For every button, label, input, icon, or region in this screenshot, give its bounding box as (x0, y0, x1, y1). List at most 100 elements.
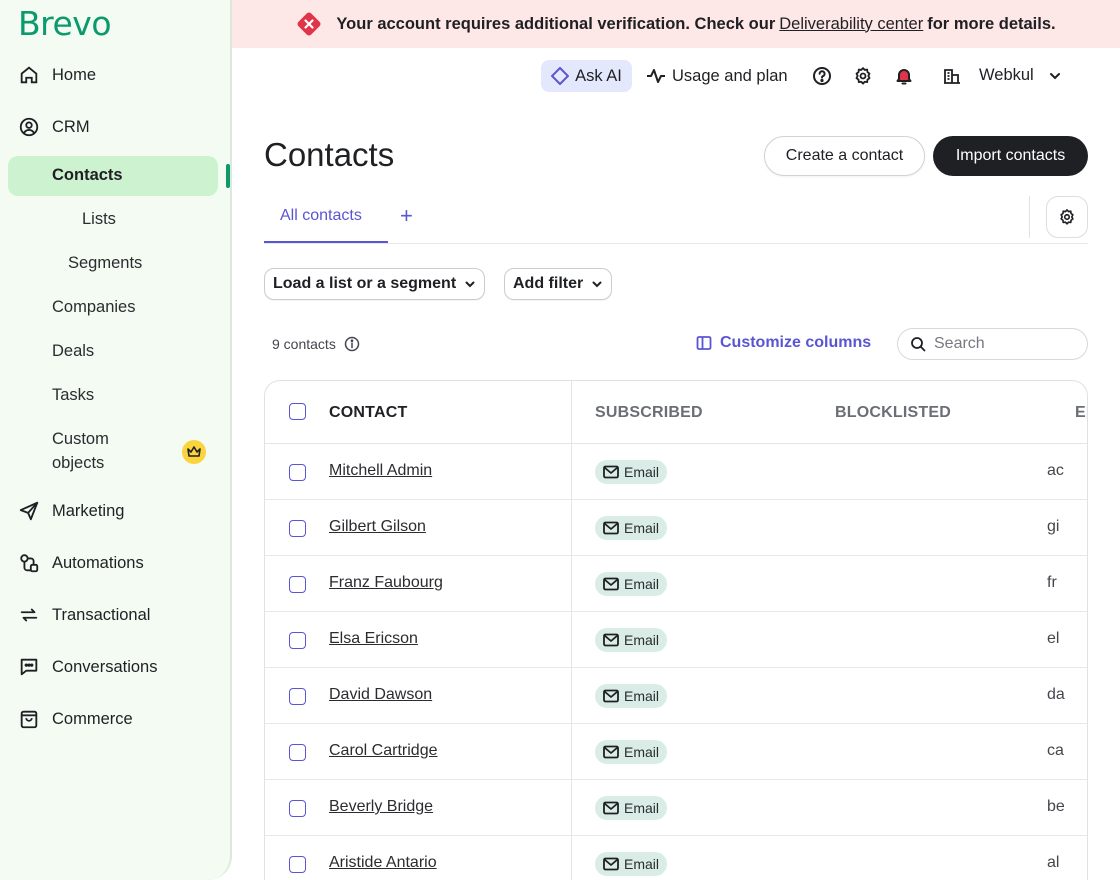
contacts-table: CONTACT SUBSCRIBED BLOCKLISTED EI Mitche… (264, 380, 1088, 880)
nav-home-label: Home (52, 65, 97, 84)
mail-icon (603, 745, 619, 759)
search-box[interactable] (897, 328, 1088, 360)
badge-label: Email (624, 856, 660, 872)
usage-plan-button[interactable]: Usage and plan (646, 66, 788, 86)
row-checkbox[interactable] (289, 800, 306, 817)
contact-name-link[interactable]: Aristide Antario (329, 854, 437, 872)
nav-transactional[interactable]: Transactional (18, 604, 150, 626)
nav-automations-label: Automations (52, 553, 144, 572)
select-all-checkbox[interactable] (289, 403, 306, 420)
deliverability-center-link[interactable]: Deliverability center (779, 15, 923, 34)
badge-label: Email (624, 576, 660, 592)
contact-name-link[interactable]: Mitchell Admin (329, 462, 432, 480)
table-row[interactable]: Carol Cartridge Email ca (265, 724, 1087, 780)
table-settings-button[interactable] (1046, 196, 1088, 238)
nav-crm[interactable]: CRM (18, 116, 90, 138)
building-icon (944, 68, 960, 84)
table-row[interactable]: Franz Faubourg Email fr (265, 556, 1087, 612)
nav-companies[interactable]: Companies (52, 298, 135, 317)
page-title: Contacts (264, 136, 395, 173)
send-icon (19, 501, 39, 521)
contact-name-link[interactable]: David Dawson (329, 686, 432, 704)
row-checkbox[interactable] (289, 464, 306, 481)
contact-name-link[interactable]: Franz Faubourg (329, 574, 443, 592)
header-contact[interactable]: CONTACT (329, 404, 407, 422)
nav-marketing[interactable]: Marketing (18, 500, 124, 522)
nav-transactional-label: Transactional (52, 605, 151, 624)
mail-icon (603, 577, 619, 591)
ai-diamond-icon (551, 67, 570, 85)
nav-custom-objects-line2[interactable]: objects (52, 454, 104, 473)
contact-name-link[interactable]: Gilbert Gilson (329, 518, 426, 536)
row-checkbox[interactable] (289, 744, 306, 761)
nav-custom-objects-line1[interactable]: Custom (52, 430, 109, 449)
account-menu[interactable]: Webkul (943, 66, 1062, 85)
table-row[interactable]: Beverly Bridge Email be (265, 780, 1087, 836)
customize-columns-button[interactable]: Customize columns (696, 334, 871, 352)
nav-lists[interactable]: Lists (82, 210, 116, 229)
email-subscribed-badge: Email (595, 684, 668, 708)
chat-icon (20, 658, 38, 676)
nav-deals[interactable]: Deals (52, 342, 94, 361)
nav-home[interactable]: Home (18, 64, 96, 86)
mail-icon (603, 465, 619, 479)
table-row[interactable]: Aristide Antario Email al (265, 836, 1087, 880)
row-checkbox[interactable] (289, 576, 306, 593)
contact-name-link[interactable]: Carol Cartridge (329, 742, 437, 760)
header-blocklisted[interactable]: BLOCKLISTED (835, 404, 951, 422)
nav-automations[interactable]: Automations (18, 552, 144, 574)
tab-all-contacts[interactable]: All contacts (280, 207, 362, 225)
email-subscribed-badge: Email (595, 460, 668, 484)
add-tab-button[interactable]: + (400, 203, 413, 229)
notification-bell-icon[interactable] (894, 66, 914, 86)
email-cell: ac (1047, 462, 1064, 479)
crown-icon (182, 440, 206, 464)
contact-count: 9 contacts (272, 336, 360, 352)
brevo-logo[interactable]: Brevo (18, 4, 112, 43)
row-checkbox[interactable] (289, 856, 306, 873)
nav-tasks[interactable]: Tasks (52, 386, 94, 405)
settings-icon (1060, 209, 1074, 225)
nav-commerce-label: Commerce (52, 709, 133, 728)
badge-label: Email (624, 464, 660, 480)
home-icon (20, 66, 38, 84)
email-cell: el (1047, 630, 1060, 647)
error-icon (297, 12, 321, 36)
banner-text: Your account requires additional verific… (336, 14, 776, 33)
settings-icon[interactable] (853, 66, 873, 86)
header-subscribed[interactable]: SUBSCRIBED (595, 404, 703, 422)
row-checkbox[interactable] (289, 688, 306, 705)
add-filter-dropdown[interactable]: Add filter (504, 268, 613, 300)
email-cell: be (1047, 798, 1065, 815)
badge-label: Email (624, 800, 660, 816)
search-input[interactable] (934, 335, 1074, 353)
row-checkbox[interactable] (289, 632, 306, 649)
table-row[interactable]: Mitchell Admin Email ac (265, 444, 1087, 500)
contact-name-link[interactable]: Elsa Ericson (329, 630, 418, 648)
load-list-segment-dropdown[interactable]: Load a list or a segment (264, 268, 486, 300)
email-cell: al (1047, 854, 1060, 871)
mail-icon (603, 801, 619, 815)
create-contact-button[interactable]: Create a contact (764, 136, 925, 176)
email-subscribed-badge: Email (595, 628, 668, 652)
row-checkbox[interactable] (289, 520, 306, 537)
help-icon[interactable] (812, 66, 832, 86)
info-icon[interactable] (344, 336, 360, 352)
email-subscribed-badge: Email (595, 516, 668, 540)
email-subscribed-badge: Email (595, 572, 668, 596)
nav-commerce[interactable]: Commerce (18, 708, 133, 730)
table-row[interactable]: Elsa Ericson Email el (265, 612, 1087, 668)
ask-ai-button[interactable]: Ask AI (541, 60, 632, 92)
nav-segments[interactable]: Segments (68, 254, 142, 273)
header-email[interactable]: EI (1075, 404, 1087, 422)
mail-icon (603, 521, 619, 535)
import-contacts-button[interactable]: Import contacts (933, 136, 1088, 176)
email-cell: da (1047, 686, 1065, 703)
nav-conversations[interactable]: Conversations (18, 656, 157, 678)
contact-name-link[interactable]: Beverly Bridge (329, 798, 433, 816)
table-row[interactable]: Gilbert Gilson Email gi (265, 500, 1087, 556)
email-subscribed-badge: Email (595, 796, 668, 820)
usage-plan-label: Usage and plan (672, 66, 788, 85)
table-row[interactable]: David Dawson Email da (265, 668, 1087, 724)
email-subscribed-badge: Email (595, 740, 668, 764)
